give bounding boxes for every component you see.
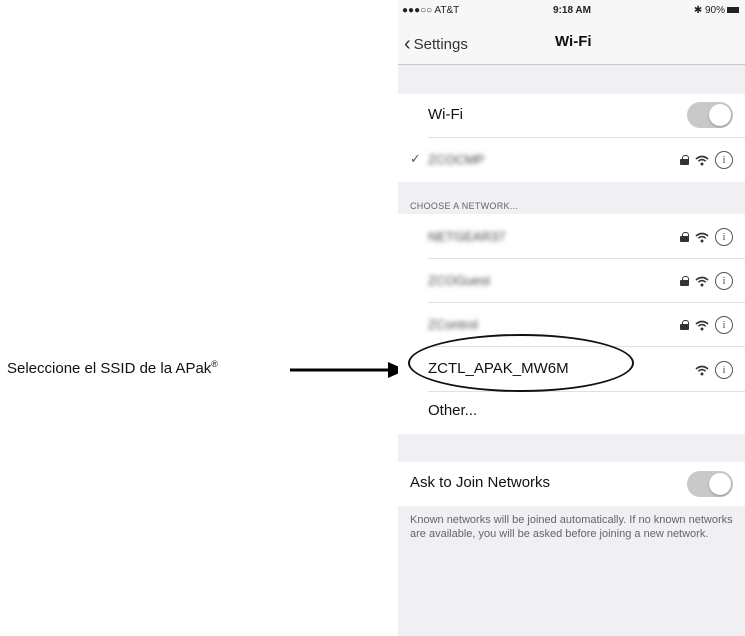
wifi-toggle[interactable] bbox=[687, 102, 733, 128]
network-row-zcoguest[interactable]: ZCOGuest i bbox=[398, 259, 745, 302]
network-name: ZControl bbox=[428, 317, 478, 332]
wifi-icon bbox=[695, 155, 709, 165]
network-name: NETGEAR37 bbox=[428, 229, 506, 244]
ask-to-join-description: Known networks will be joined automatica… bbox=[410, 514, 733, 540]
wifi-label: Wi-Fi bbox=[428, 106, 463, 123]
lock-icon bbox=[680, 276, 689, 286]
wifi-icon bbox=[695, 365, 709, 375]
carrier-label: ●●●○○ AT&T bbox=[402, 5, 460, 16]
toggle-knob bbox=[709, 104, 731, 126]
page-title: Wi-Fi bbox=[555, 33, 592, 50]
wifi-icon bbox=[695, 232, 709, 242]
network-row-netgear37[interactable]: NETGEAR37 i bbox=[398, 214, 745, 258]
section-header-choose-network: CHOOSE A NETWORK... bbox=[410, 201, 519, 211]
battery-icon bbox=[727, 7, 739, 13]
network-name: ZCOGuest bbox=[428, 273, 491, 288]
info-icon[interactable]: i bbox=[715, 361, 733, 379]
info-icon[interactable]: i bbox=[715, 272, 733, 290]
chevron-left-icon: ‹ bbox=[404, 33, 411, 55]
status-bar: ●●●○○ AT&T 9:18 AM ✱ 90% bbox=[398, 0, 745, 20]
battery-indicator: ✱ 90% bbox=[694, 5, 739, 16]
info-icon[interactable]: i bbox=[715, 228, 733, 246]
lock-icon bbox=[680, 155, 689, 165]
annotation-arrow-icon bbox=[290, 362, 406, 378]
checkmark-icon: ✓ bbox=[410, 151, 421, 166]
wifi-group: Wi-Fi ✓ ZCOCMP i bbox=[398, 94, 745, 182]
toggle-knob bbox=[709, 473, 731, 495]
back-button[interactable]: ‹ Settings bbox=[404, 32, 468, 55]
ask-to-join-row: Ask to Join Networks bbox=[398, 462, 745, 506]
status-time: 9:18 AM bbox=[553, 5, 591, 16]
annotation-label: Seleccione el SSID de la APak® bbox=[7, 359, 218, 377]
wifi-icon bbox=[695, 320, 709, 330]
back-button-label: Settings bbox=[413, 36, 468, 53]
navigation-bar: ‹ Settings Wi-Fi bbox=[398, 20, 745, 65]
ask-to-join-label: Ask to Join Networks bbox=[410, 474, 551, 491]
highlight-ellipse bbox=[408, 334, 634, 392]
connected-network-row[interactable]: ✓ ZCOCMP i bbox=[398, 138, 745, 182]
info-icon[interactable]: i bbox=[715, 316, 733, 334]
network-list: NETGEAR37 i ZCOGuest i ZControl i ZCTL_A… bbox=[398, 214, 745, 434]
other-network-label: Other... bbox=[428, 402, 478, 419]
network-row-other[interactable]: Other... bbox=[398, 392, 745, 434]
ask-to-join-toggle[interactable] bbox=[687, 471, 733, 497]
lock-icon bbox=[680, 232, 689, 242]
connected-network-name: ZCOCMP bbox=[428, 152, 485, 167]
lock-icon bbox=[680, 320, 689, 330]
info-icon[interactable]: i bbox=[715, 151, 733, 169]
phone-screen: ●●●○○ AT&T 9:18 AM ✱ 90% ‹ Settings Wi-Fi… bbox=[398, 0, 745, 636]
wifi-icon bbox=[695, 276, 709, 286]
